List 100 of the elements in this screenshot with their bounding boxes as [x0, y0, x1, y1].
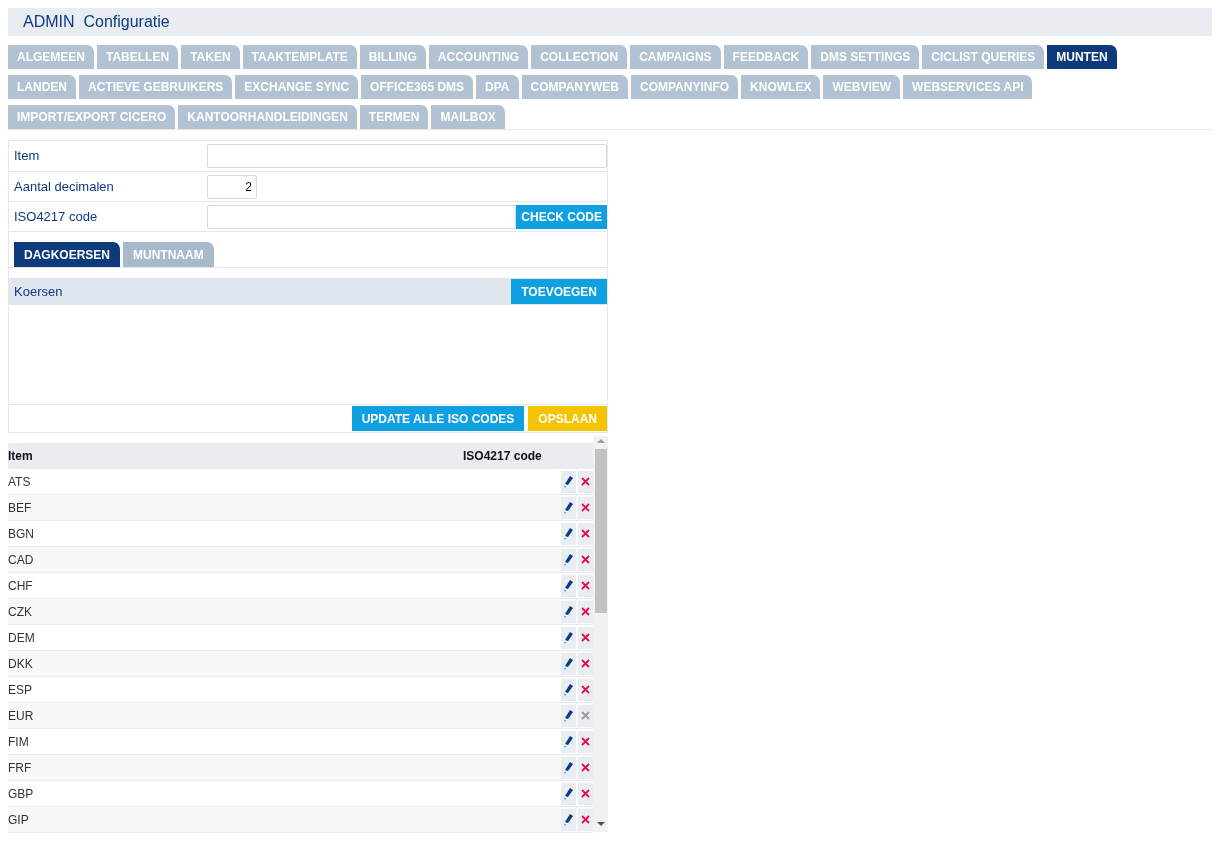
- close-icon: [581, 659, 590, 668]
- edit-button[interactable]: [561, 548, 576, 571]
- table-cell-text: DEM: [8, 629, 36, 647]
- tab[interactable]: DMS SETTINGS: [811, 45, 920, 69]
- tab[interactable]: MUNTEN: [1047, 45, 1117, 69]
- delete-button[interactable]: [578, 808, 593, 831]
- edit-button[interactable]: [561, 782, 576, 805]
- close-icon: [581, 815, 590, 824]
- close-icon: [581, 529, 590, 538]
- edit-button[interactable]: [561, 808, 576, 831]
- table-cell-text: ATS: [8, 473, 32, 491]
- close-icon: [581, 711, 590, 720]
- column-header: Item: [8, 448, 34, 465]
- number-field[interactable]: 2: [207, 174, 257, 199]
- tab[interactable]: CAMPAIGNS: [630, 45, 721, 69]
- edit-button[interactable]: [561, 626, 576, 649]
- edit-button[interactable]: [561, 756, 576, 779]
- delete-button[interactable]: [578, 782, 593, 805]
- edit-button[interactable]: [561, 704, 576, 727]
- scrollbar[interactable]: [593, 436, 608, 832]
- close-icon: [581, 581, 590, 590]
- edit-button[interactable]: [561, 730, 576, 753]
- delete-button[interactable]: [578, 756, 593, 779]
- tab[interactable]: OFFICE365 DMS: [361, 75, 474, 99]
- tab[interactable]: BILLING: [359, 45, 426, 69]
- tab[interactable]: DPA: [476, 75, 519, 99]
- edit-button[interactable]: [561, 652, 576, 675]
- pencil-icon: [563, 657, 574, 670]
- tab[interactable]: KNOWLEX: [741, 75, 821, 99]
- edit-button[interactable]: [561, 496, 576, 519]
- tab[interactable]: WEBSERVICES API: [903, 75, 1033, 99]
- table-cell-text: DKK: [8, 655, 34, 673]
- tab[interactable]: TABELLEN: [97, 45, 179, 69]
- field-label: ISO4217 code: [14, 207, 99, 226]
- edit-button[interactable]: [561, 678, 576, 701]
- close-icon: [581, 685, 590, 694]
- tab[interactable]: IMPORT/EXPORT CICERO: [8, 105, 176, 129]
- table-cell-text: BGN: [8, 525, 35, 543]
- tab[interactable]: DAGKOERSEN: [14, 242, 120, 267]
- add-button[interactable]: TOEVOEGEN: [511, 279, 607, 304]
- field-label: Aantal decimalen: [14, 177, 115, 196]
- save-button[interactable]: OPSLAAN: [528, 406, 607, 431]
- input-field[interactable]: [207, 144, 607, 168]
- delete-button[interactable]: [578, 600, 593, 623]
- tab[interactable]: TAKEN: [181, 45, 240, 69]
- table-cell-text: ESP: [8, 681, 33, 699]
- table-cell-text: FRF: [8, 759, 33, 777]
- delete-button[interactable]: [578, 522, 593, 545]
- edit-button[interactable]: [561, 470, 576, 493]
- delete-button[interactable]: [578, 730, 593, 753]
- table-cell-text: CZK: [8, 603, 33, 621]
- edit-button[interactable]: [561, 574, 576, 597]
- tab[interactable]: COLLECTION: [531, 45, 628, 69]
- delete-button[interactable]: [578, 496, 593, 519]
- tab[interactable]: ACCOUNTING: [428, 45, 529, 69]
- pencil-icon: [563, 709, 574, 722]
- delete-button[interactable]: [578, 678, 593, 701]
- pencil-icon: [563, 787, 574, 800]
- tab[interactable]: TAAKTEMPLATE: [242, 45, 357, 69]
- table-cell-text: EUR: [8, 707, 35, 725]
- tab[interactable]: COMPANYINFO: [631, 75, 739, 99]
- tab[interactable]: ALGEMEEN: [8, 45, 94, 69]
- delete-button[interactable]: [578, 548, 593, 571]
- tab[interactable]: MAILBOX: [431, 105, 505, 129]
- delete-button[interactable]: [578, 574, 593, 597]
- column-header: ISO4217 code: [463, 448, 543, 465]
- table-cell-text: FIM: [8, 733, 30, 751]
- close-icon: [581, 555, 590, 564]
- pencil-icon: [563, 579, 574, 592]
- pencil-icon: [563, 475, 574, 488]
- input-field[interactable]: [206, 204, 517, 229]
- table-cell-text: CAD: [8, 551, 35, 569]
- close-icon: [581, 763, 590, 772]
- edit-button[interactable]: [561, 522, 576, 545]
- delete-button[interactable]: [578, 626, 593, 649]
- update-button[interactable]: UPDATE ALLE ISO CODES: [351, 406, 525, 431]
- tab[interactable]: KANTOORHANDLEIDINGEN: [178, 105, 357, 129]
- table-cell-text: BEF: [8, 499, 33, 517]
- scrollbar-thumb[interactable]: [594, 449, 607, 613]
- tab[interactable]: LANDEN: [8, 75, 76, 99]
- table-cell-text: GBP: [8, 785, 35, 803]
- edit-button[interactable]: [561, 600, 576, 623]
- page-title: ADMIN Configuratie: [23, 12, 170, 32]
- close-icon: [581, 477, 590, 486]
- tab[interactable]: COMPANYWEB: [521, 75, 628, 99]
- tab[interactable]: TERMEN: [359, 105, 429, 129]
- delete-button[interactable]: [578, 652, 593, 675]
- delete-button[interactable]: [578, 470, 593, 493]
- pencil-icon: [563, 631, 574, 644]
- close-icon: [581, 503, 590, 512]
- pencil-icon: [563, 605, 574, 618]
- tab[interactable]: EXCHANGE SYNC: [235, 75, 359, 99]
- tab[interactable]: ACTIEVE GEBRUIKERS: [79, 75, 233, 99]
- tab[interactable]: MUNTNAAM: [123, 242, 214, 267]
- scroll-down-icon[interactable]: [596, 822, 605, 826]
- tab[interactable]: WEBVIEW: [823, 75, 901, 99]
- tab[interactable]: CICLIST QUERIES: [922, 45, 1045, 69]
- check-code-button[interactable]: CHECK CODE: [516, 204, 607, 229]
- rates-title: Koersen: [14, 282, 63, 301]
- tab[interactable]: FEEDBACK: [723, 45, 809, 69]
